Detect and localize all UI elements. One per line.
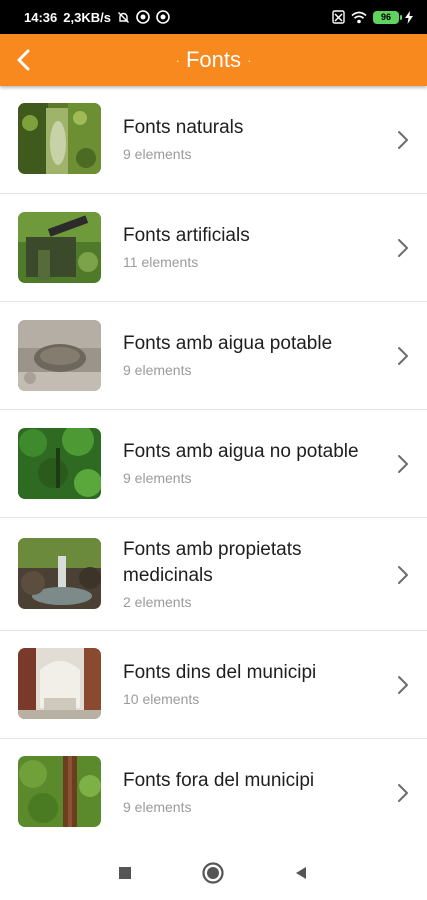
system-back-button[interactable] (289, 861, 313, 885)
pipe-fountain-photo (18, 212, 101, 283)
title-dot-right: · (247, 52, 252, 68)
network-speed: 2,3KB/s (63, 9, 111, 25)
list-item-fonts-dins-municipi[interactable]: Fonts dins del municipi 10 elements (0, 631, 427, 739)
item-title: Fonts dins del municipi (123, 662, 317, 683)
notification-app-icon (136, 10, 150, 24)
home-button[interactable] (201, 861, 225, 885)
chevron-left-icon (17, 49, 30, 71)
stone-basin-photo (18, 320, 101, 391)
item-title: Fonts fora del municipi (123, 770, 315, 791)
category-list: Fonts naturals 9 elements Fonts artifici… (0, 86, 427, 847)
forest-spring-photo (18, 428, 101, 499)
list-item-fonts-naturals[interactable]: Fonts naturals 9 elements (0, 86, 427, 194)
list-item-fonts-aigua-no-potable[interactable]: Fonts amb aigua no potable 9 elements (0, 410, 427, 518)
page-title: · Fonts · (175, 47, 251, 73)
item-count: 2 elements (123, 594, 192, 610)
item-count: 11 elements (123, 254, 199, 270)
page-title-text: Fonts (185, 47, 242, 72)
notification-app-icon-2 (156, 10, 170, 24)
system-nav-bar (0, 843, 427, 900)
charging-icon (405, 10, 413, 24)
wifi-icon (351, 11, 367, 24)
item-count: 9 elements (123, 362, 192, 378)
no-sim-icon (332, 10, 345, 24)
item-title: Fonts artificials (123, 225, 250, 246)
list-item-fonts-aigua-potable[interactable]: Fonts amb aigua potable 9 elements (0, 302, 427, 410)
list-item-fonts-fora-municipi[interactable]: Fonts fora del municipi 9 elements (0, 739, 427, 847)
chevron-right-icon (395, 563, 411, 587)
item-title: Fonts amb propietats medicinals (123, 539, 302, 586)
waterfall-rock-photo (18, 538, 101, 609)
status-time: 14:36 (24, 9, 58, 25)
item-count: 10 elements (123, 691, 200, 707)
recent-apps-button[interactable] (113, 861, 137, 885)
stone-monument-photo (18, 648, 101, 719)
chevron-right-icon (395, 781, 411, 805)
list-item-fonts-propietats-medicinals[interactable]: Fonts amb propietats medicinals 2 elemen… (0, 518, 427, 631)
square-icon (119, 867, 131, 879)
item-count: 9 elements (123, 799, 192, 815)
item-title: Fonts amb aigua potable (123, 333, 333, 354)
chevron-right-icon (395, 452, 411, 476)
list-item-fonts-artificials[interactable]: Fonts artificials 11 elements (0, 194, 427, 302)
item-count: 9 elements (123, 470, 192, 486)
chevron-right-icon (395, 673, 411, 697)
title-dot-left: · (175, 52, 180, 68)
item-count: 9 elements (123, 146, 192, 162)
battery-indicator: 96 (373, 10, 402, 24)
triangle-back-icon (296, 867, 306, 879)
circle-icon (202, 862, 224, 884)
item-title: Fonts amb aigua no potable (123, 441, 359, 462)
mossy-trunk-photo (18, 756, 101, 827)
moss-stream-photo (18, 103, 101, 174)
alarm-off-icon (117, 11, 130, 24)
chevron-right-icon (395, 344, 411, 368)
back-button[interactable] (6, 42, 42, 78)
chevron-right-icon (395, 128, 411, 152)
chevron-right-icon (395, 236, 411, 260)
status-bar: 14:36 2,3KB/s 96 (0, 0, 427, 34)
item-title: Fonts naturals (123, 117, 244, 138)
app-bar: · Fonts · (0, 34, 427, 86)
